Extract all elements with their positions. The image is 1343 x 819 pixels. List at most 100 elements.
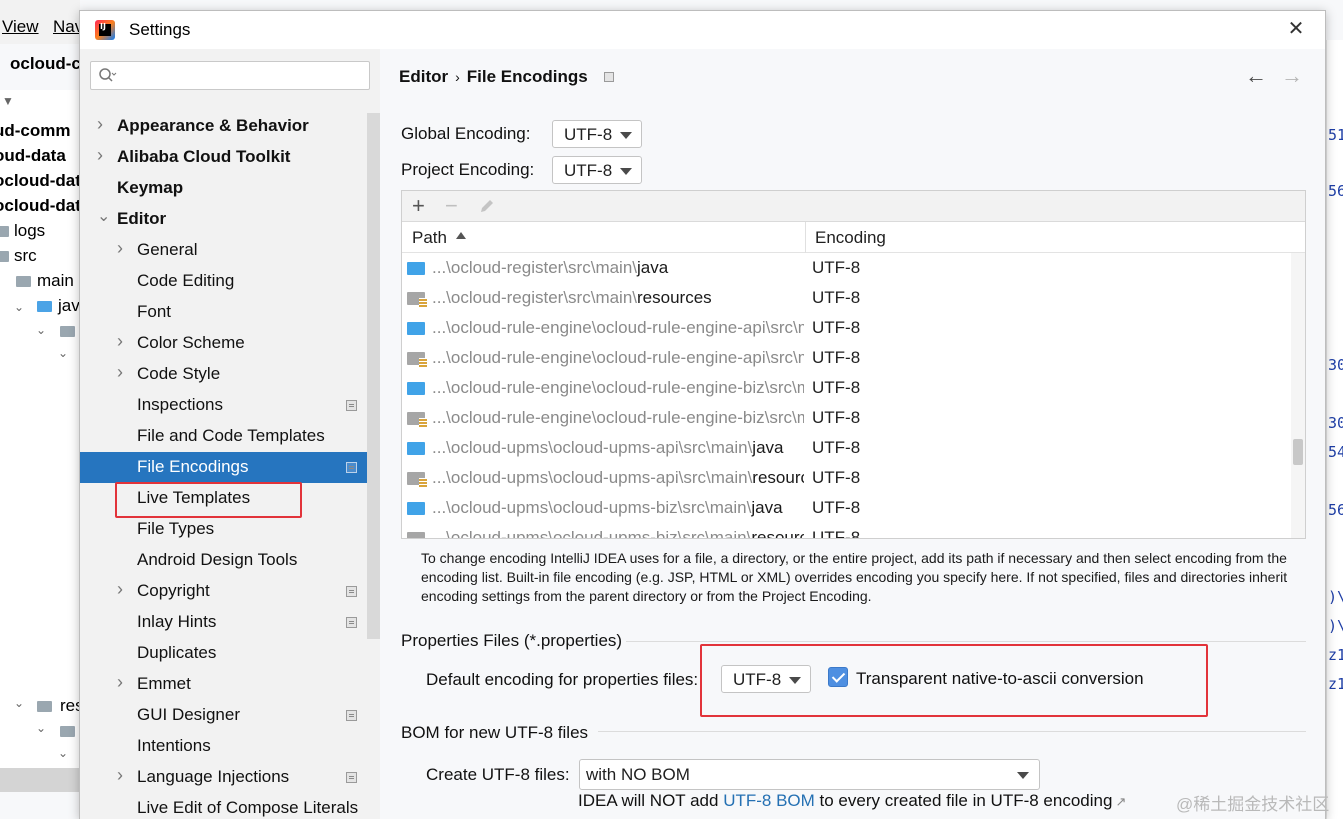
scrollbar-thumb[interactable] bbox=[1293, 439, 1303, 465]
column-divider[interactable] bbox=[805, 222, 806, 253]
nav-item-font[interactable]: Font bbox=[80, 297, 367, 328]
ide-tree-item[interactable]: main bbox=[37, 271, 74, 291]
path-cell[interactable]: ...\ocloud-register\src\main\java bbox=[432, 258, 804, 278]
table-row[interactable]: ...\ocloud-upms\ocloud-upms-api\src\main… bbox=[402, 433, 1291, 463]
table-row[interactable]: ...\ocloud-rule-engine\ocloud-rule-engin… bbox=[402, 373, 1291, 403]
column-header-path[interactable]: Path bbox=[412, 228, 447, 248]
ide-tree-item[interactable]: jav bbox=[58, 296, 80, 316]
nav-item-editor[interactable]: ⌄ Editor bbox=[80, 204, 367, 235]
column-header-encoding[interactable]: Encoding bbox=[815, 228, 886, 248]
path-cell[interactable]: ...\ocloud-upms\ocloud-upms-api\src\main… bbox=[432, 468, 804, 488]
edit-pencil-icon[interactable] bbox=[477, 196, 497, 216]
nav-scrollbar[interactable] bbox=[367, 113, 380, 639]
chevron-right-icon[interactable]: › bbox=[117, 672, 123, 693]
ide-horizontal-scrollbar[interactable] bbox=[0, 768, 80, 792]
encoding-cell[interactable]: UTF-8 bbox=[812, 468, 860, 488]
path-cell[interactable]: ...\ocloud-upms\ocloud-upms-biz\src\main… bbox=[432, 528, 804, 538]
encoding-cell[interactable]: UTF-8 bbox=[812, 258, 860, 278]
table-row[interactable]: ...\ocloud-upms\ocloud-upms-biz\src\main… bbox=[402, 523, 1291, 538]
path-cell[interactable]: ...\ocloud-upms\ocloud-upms-biz\src\main… bbox=[432, 498, 804, 518]
ide-tree-item[interactable]: src bbox=[14, 246, 37, 266]
nav-item-appearance-behavior[interactable]: › Appearance & Behavior bbox=[80, 111, 367, 142]
nav-item-inlay-hints[interactable]: Inlay Hints bbox=[80, 607, 367, 638]
transparent-conversion-checkbox[interactable] bbox=[828, 667, 848, 687]
nav-item-language-injections[interactable]: › Language Injections bbox=[80, 762, 367, 793]
encoding-cell[interactable]: UTF-8 bbox=[812, 348, 860, 368]
nav-item-inspections[interactable]: Inspections bbox=[80, 390, 367, 421]
breadcrumb-parent[interactable]: Editor bbox=[399, 67, 448, 86]
chevron-right-icon[interactable]: › bbox=[117, 331, 123, 352]
nav-item-intentions[interactable]: Intentions bbox=[80, 731, 367, 762]
chevron-down-icon[interactable]: ⌄ bbox=[36, 323, 46, 337]
nav-item-duplicates[interactable]: Duplicates bbox=[80, 638, 367, 669]
nav-item-copyright[interactable]: › Copyright bbox=[80, 576, 367, 607]
encoding-cell[interactable]: UTF-8 bbox=[812, 288, 860, 308]
utf8-bom-link[interactable]: UTF-8 BOM bbox=[723, 791, 815, 810]
global-encoding-select[interactable]: UTF-8 bbox=[552, 120, 642, 148]
table-row[interactable]: ...\ocloud-upms\ocloud-upms-api\src\main… bbox=[402, 463, 1291, 493]
transparent-conversion-label[interactable]: Transparent native-to-ascii conversion bbox=[856, 669, 1144, 689]
properties-encoding-select[interactable]: UTF-8 bbox=[721, 665, 811, 693]
ide-tree-item[interactable]: logs bbox=[14, 221, 45, 241]
encoding-cell[interactable]: UTF-8 bbox=[812, 408, 860, 428]
chevron-down-icon[interactable]: ▼ bbox=[2, 94, 14, 108]
encoding-cell[interactable]: UTF-8 bbox=[812, 318, 860, 338]
chevron-down-icon[interactable]: ⌄ bbox=[58, 346, 68, 360]
encoding-cell[interactable]: UTF-8 bbox=[812, 528, 860, 538]
nav-item-alibaba-cloud-toolkit[interactable]: › Alibaba Cloud Toolkit bbox=[80, 142, 367, 173]
close-icon[interactable]: ✕ bbox=[1284, 17, 1308, 41]
project-encoding-select[interactable]: UTF-8 bbox=[552, 156, 642, 184]
table-row[interactable]: ...\ocloud-upms\ocloud-upms-biz\src\main… bbox=[402, 493, 1291, 523]
nav-item-live-edit-of-compose-literals[interactable]: Live Edit of Compose Literals bbox=[80, 793, 367, 819]
ide-tree-item[interactable]: ocloud-dat bbox=[0, 171, 81, 191]
ide-tree-item[interactable]: ocloud-dat bbox=[0, 196, 81, 216]
nav-item-live-templates[interactable]: Live Templates bbox=[80, 483, 367, 514]
chevron-right-icon[interactable]: › bbox=[117, 238, 123, 259]
chevron-down-icon[interactable]: ⌄ bbox=[97, 206, 110, 226]
ide-tree-item[interactable]: ud-comm bbox=[0, 121, 71, 141]
chevron-right-icon[interactable]: › bbox=[97, 145, 103, 166]
ide-menu-view[interactable]: View bbox=[2, 17, 39, 37]
chevron-down-icon[interactable]: ⌄ bbox=[14, 696, 24, 710]
chevron-right-icon[interactable]: › bbox=[117, 579, 123, 600]
encoding-cell[interactable]: UTF-8 bbox=[812, 498, 860, 518]
nav-item-color-scheme[interactable]: › Color Scheme bbox=[80, 328, 367, 359]
chevron-down-icon[interactable]: ⌄ bbox=[14, 300, 24, 314]
table-row[interactable]: ...\ocloud-register\src\main\resources UT… bbox=[402, 283, 1291, 313]
path-cell[interactable]: ...\ocloud-rule-engine\ocloud-rule-engin… bbox=[432, 408, 804, 428]
path-cell[interactable]: ...\ocloud-upms\ocloud-upms-api\src\main… bbox=[432, 438, 804, 458]
path-cell[interactable]: ...\ocloud-rule-engine\ocloud-rule-engin… bbox=[432, 378, 804, 398]
nav-item-gui-designer[interactable]: GUI Designer bbox=[80, 700, 367, 731]
encoding-cell[interactable]: UTF-8 bbox=[812, 378, 860, 398]
nav-item-code-style[interactable]: › Code Style bbox=[80, 359, 367, 390]
table-row[interactable]: ...\ocloud-rule-engine\ocloud-rule-engin… bbox=[402, 403, 1291, 433]
nav-item-file-and-code-templates[interactable]: File and Code Templates bbox=[80, 421, 367, 452]
path-cell[interactable]: ...\ocloud-rule-engine\ocloud-rule-engin… bbox=[432, 348, 804, 368]
remove-button[interactable]: − bbox=[445, 193, 458, 219]
chevron-down-icon[interactable]: ⌄ bbox=[58, 746, 68, 760]
nav-item-file-encodings[interactable]: File Encodings bbox=[80, 452, 367, 483]
table-scrollbar[interactable] bbox=[1291, 253, 1305, 538]
nav-item-android-design-tools[interactable]: Android Design Tools bbox=[80, 545, 367, 576]
nav-item-general[interactable]: › General bbox=[80, 235, 367, 266]
path-cell[interactable]: ...\ocloud-rule-engine\ocloud-rule-engin… bbox=[432, 318, 804, 338]
nav-item-emmet[interactable]: › Emmet bbox=[80, 669, 367, 700]
sort-ascending-icon[interactable] bbox=[456, 232, 466, 239]
table-row[interactable]: ...\ocloud-register\src\main\java UTF-8 bbox=[402, 253, 1291, 283]
nav-item-keymap[interactable]: Keymap bbox=[80, 173, 367, 204]
path-cell[interactable]: ...\ocloud-register\src\main\resources bbox=[432, 288, 804, 308]
search-input[interactable] bbox=[123, 64, 363, 88]
table-row[interactable]: ...\ocloud-rule-engine\ocloud-rule-engin… bbox=[402, 313, 1291, 343]
search-box[interactable] bbox=[90, 61, 370, 90]
nav-item-code-editing[interactable]: Code Editing bbox=[80, 266, 367, 297]
chevron-right-icon[interactable]: › bbox=[117, 362, 123, 383]
forward-arrow-icon[interactable]: → bbox=[1281, 63, 1303, 89]
ide-tree-item[interactable]: oud-data bbox=[0, 146, 66, 166]
create-utf8-select[interactable]: with NO BOM bbox=[579, 759, 1040, 790]
chevron-down-icon[interactable]: ⌄ bbox=[36, 721, 46, 735]
chevron-right-icon[interactable]: › bbox=[117, 765, 123, 786]
external-link-icon[interactable]: ↗ bbox=[1115, 794, 1126, 809]
add-button[interactable]: + bbox=[412, 193, 425, 219]
back-arrow-icon[interactable]: ← bbox=[1245, 63, 1267, 89]
table-row[interactable]: ...\ocloud-rule-engine\ocloud-rule-engin… bbox=[402, 343, 1291, 373]
